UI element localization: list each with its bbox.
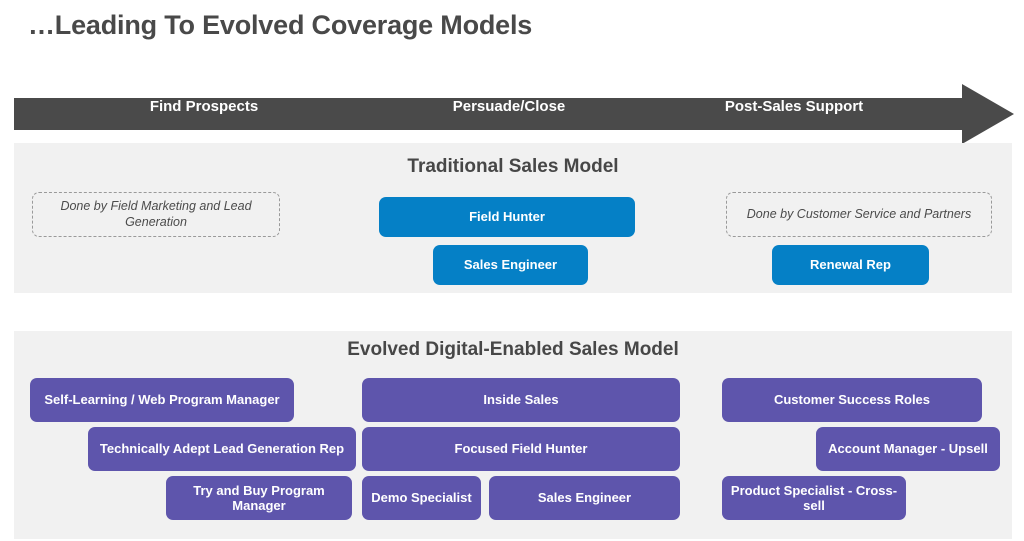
- evolved-role-demo-specialist[interactable]: Demo Specialist: [362, 476, 481, 520]
- page-title: …Leading To Evolved Coverage Models: [28, 10, 533, 40]
- evolved-role-self-learning-web-program-manager[interactable]: Self-Learning / Web Program Manager: [30, 378, 294, 422]
- evolved-role-try-and-buy-program-manager[interactable]: Try and Buy Program Manager: [166, 476, 352, 520]
- evolved-role-focused-field-hunter[interactable]: Focused Field Hunter: [362, 427, 680, 471]
- evolved-role-inside-sales[interactable]: Inside Sales: [362, 378, 680, 422]
- traditional-find-prospects-note: Done by Field Marketing and Lead Generat…: [32, 192, 280, 237]
- traditional-sales-model-panel: Traditional Sales Model Done by Field Ma…: [14, 143, 1012, 293]
- traditional-model-heading: Traditional Sales Model: [407, 156, 619, 177]
- evolved-role-technically-adept-lead-generation-rep[interactable]: Technically Adept Lead Generation Rep: [88, 427, 356, 471]
- traditional-post-sales-note: Done by Customer Service and Partners: [726, 192, 992, 237]
- stage-label-persuade-close: Persuade/Close: [452, 98, 566, 115]
- evolved-role-customer-success-roles[interactable]: Customer Success Roles: [722, 378, 982, 422]
- evolved-role-product-specialist-cross-sell[interactable]: Product Specialist - Cross-sell: [722, 476, 906, 520]
- sales-stage-arrow: Find Prospects Persuade/Close Post-Sales…: [14, 84, 1014, 144]
- stage-label-post-sales-support: Post-Sales Support: [724, 98, 864, 115]
- traditional-role-sales-engineer[interactable]: Sales Engineer: [433, 245, 588, 285]
- evolved-role-account-manager-upsell[interactable]: Account Manager - Upsell: [816, 427, 1000, 471]
- traditional-role-field-hunter[interactable]: Field Hunter: [379, 197, 635, 237]
- evolved-role-sales-engineer[interactable]: Sales Engineer: [489, 476, 680, 520]
- stage-label-find-prospects: Find Prospects: [149, 98, 259, 115]
- evolved-model-heading: Evolved Digital-Enabled Sales Model: [347, 339, 679, 360]
- traditional-role-renewal-rep[interactable]: Renewal Rep: [772, 245, 929, 285]
- evolved-sales-model-panel: Evolved Digital-Enabled Sales Model Self…: [14, 331, 1012, 539]
